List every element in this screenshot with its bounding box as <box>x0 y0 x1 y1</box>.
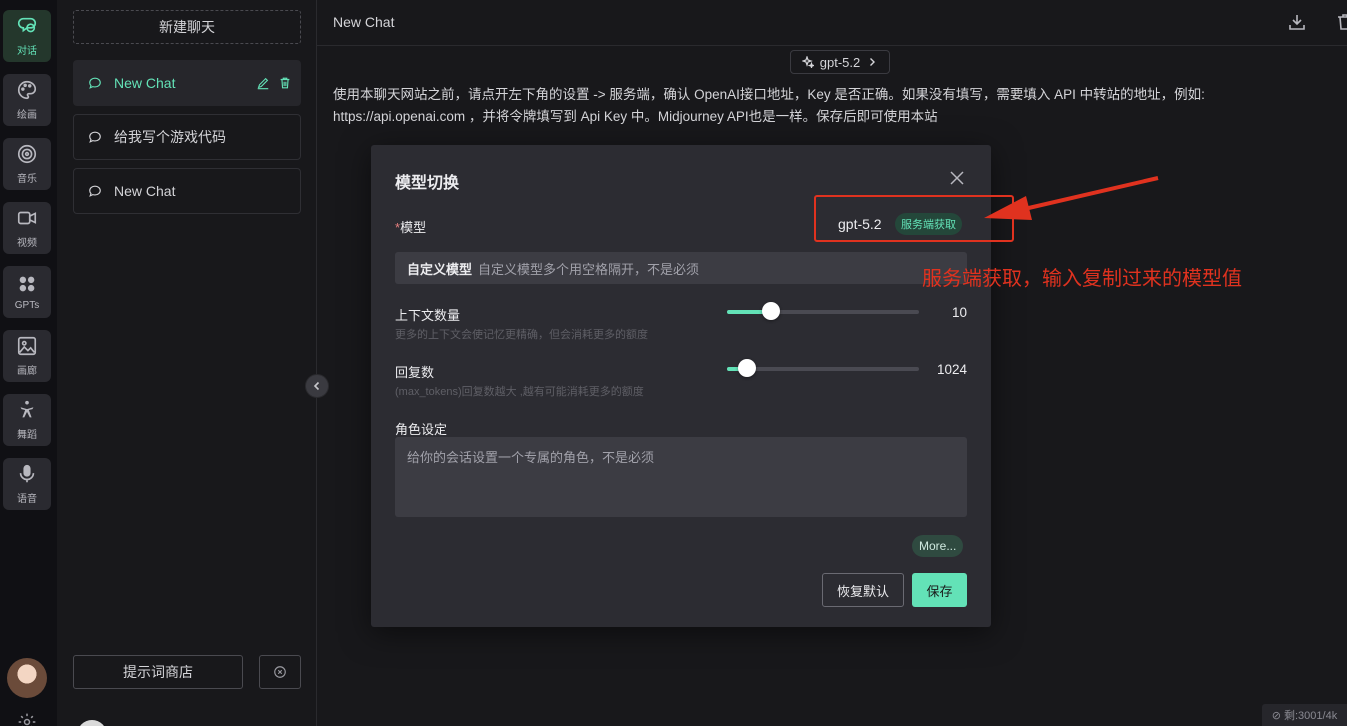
notice-line: 使用本聊天网站之前，请点开左下角的设置 -> 服务端，确认 OpenAI接口地址… <box>333 87 1205 102</box>
music-target-icon <box>17 144 37 164</box>
trash-icon[interactable] <box>1335 12 1347 32</box>
new-chat-button[interactable]: 新建聊天 <box>73 10 301 44</box>
role-setting-placeholder: 给你的会话设置一个专属的角色，不是必须 <box>407 450 655 465</box>
rail-item-gallery[interactable]: 画廊 <box>3 330 51 382</box>
chat-sidebar: 新建聊天 New Chat 给我写个游戏代码 New Chat 提示词商店 <box>57 0 317 726</box>
chat-bubble-icon <box>89 131 101 143</box>
rail-item-draw[interactable]: 绘画 <box>3 74 51 126</box>
context-count-hint: 更多的上下文会使记忆更精确，但会消耗更多的额度 <box>395 329 648 341</box>
chat-item-title: New Chat <box>114 183 176 199</box>
model-selector[interactable]: gpt-5.2 <box>790 50 890 74</box>
rail-label: 对话 <box>17 46 37 57</box>
setup-notice: 使用本聊天网站之前，请点开左下角的设置 -> 服务端，确认 OpenAI接口地址… <box>333 84 1233 128</box>
dance-icon <box>20 400 34 418</box>
context-count-label: 上下文数量 <box>395 308 461 323</box>
custom-model-label: 自定义模型 <box>407 261 473 277</box>
chat-item[interactable]: 给我写个游戏代码 <box>73 114 301 160</box>
custom-model-input[interactable]: 自定义模型 自定义模型多个用空格隔开，不是必须 <box>395 252 967 284</box>
rail-label: 绘画 <box>17 110 37 121</box>
footer-avatar <box>77 720 107 726</box>
save-button[interactable]: 保存 <box>912 573 967 607</box>
chat-item[interactable]: New Chat <box>73 60 301 106</box>
chat-item-title: 给我写个游戏代码 <box>114 129 226 145</box>
chat-bubble-icon <box>89 185 101 197</box>
rail-item-gpts[interactable]: GPTs <box>3 266 51 318</box>
rail-item-video[interactable]: 视频 <box>3 202 51 254</box>
rail-label: 视频 <box>17 238 37 249</box>
sparkle-icon <box>801 56 814 68</box>
grid-icon <box>19 276 35 292</box>
rail-item-music[interactable]: 音乐 <box>3 138 51 190</box>
image-icon <box>17 336 37 356</box>
main-header: New Chat <box>317 0 1347 46</box>
chat-item-title: New Chat <box>114 75 176 91</box>
max-tokens-value: 1024 <box>936 362 967 377</box>
clear-button[interactable] <box>259 655 301 689</box>
slider-handle[interactable] <box>762 302 781 320</box>
download-icon[interactable] <box>1287 12 1307 32</box>
prompt-store-button[interactable]: 提示词商店 <box>73 655 243 689</box>
max-tokens-hint: (max_tokens)回复数越大 ,越有可能消耗更多的额度 <box>395 386 644 398</box>
slider-handle[interactable] <box>738 359 757 377</box>
user-avatar[interactable] <box>7 658 47 698</box>
notice-line: https://api.openai.com ，并将令牌填写到 Api Key … <box>333 109 938 124</box>
role-setting-textarea[interactable]: 给你的会话设置一个专属的角色，不是必须 <box>395 437 967 517</box>
rail-label: 舞蹈 <box>17 430 37 441</box>
rail-item-chat[interactable]: 对话 <box>3 10 51 62</box>
close-circle-icon <box>274 666 286 678</box>
rail-label: GPTs <box>14 300 40 311</box>
rail-label: 画廊 <box>17 366 37 377</box>
role-setting-label: 角色设定 <box>395 422 448 437</box>
mic-icon <box>19 464 35 483</box>
chat-bubble-icon <box>89 77 101 89</box>
close-icon[interactable] <box>949 170 965 186</box>
gear-icon[interactable] <box>17 712 37 726</box>
model-field-label-text: 模型 <box>400 220 427 235</box>
context-count-slider[interactable] <box>727 302 919 320</box>
palette-icon <box>18 80 37 100</box>
dialog-title: 模型切换 <box>395 175 460 192</box>
page-title: New Chat <box>333 14 395 30</box>
custom-model-placeholder: 自定义模型多个用空格隔开，不是必须 <box>478 261 700 277</box>
trash-icon[interactable] <box>278 76 292 90</box>
context-count-value: 10 <box>951 305 967 320</box>
quota-text: 剩:3001/4k <box>1284 710 1338 722</box>
video-icon <box>17 211 37 225</box>
more-button[interactable]: More... <box>912 535 964 557</box>
model-field-label: *模型 <box>395 220 427 235</box>
max-tokens-label: 回复数 <box>395 365 435 380</box>
annotation-text: 服务端获取，输入复制过来的模型值 <box>922 268 1242 290</box>
reset-default-button[interactable]: 恢复默认 <box>822 573 904 607</box>
quota-icon: ⊘ <box>1271 709 1281 722</box>
rail-item-voice[interactable]: 语音 <box>3 458 51 510</box>
chevron-right-icon <box>870 58 876 66</box>
rail-item-dance[interactable]: 舞蹈 <box>3 394 51 446</box>
edit-icon[interactable] <box>256 76 270 90</box>
chevron-left-icon <box>313 381 320 391</box>
max-tokens-slider[interactable] <box>727 359 919 377</box>
chat-icon <box>17 17 37 33</box>
model-selector-label: gpt-5.2 <box>819 54 861 70</box>
icon-rail: 对话 绘画 音乐 视频 GPTs 画廊 舞蹈 语音 <box>0 0 57 726</box>
collapse-sidebar-button[interactable] <box>305 374 329 398</box>
rail-label: 音乐 <box>17 174 37 185</box>
chat-item[interactable]: New Chat <box>73 168 301 214</box>
annotation-arrow-icon <box>984 176 1159 220</box>
rail-label: 语音 <box>17 494 37 505</box>
quota-badge: ⊘ 剩:3001/4k <box>1262 704 1347 726</box>
